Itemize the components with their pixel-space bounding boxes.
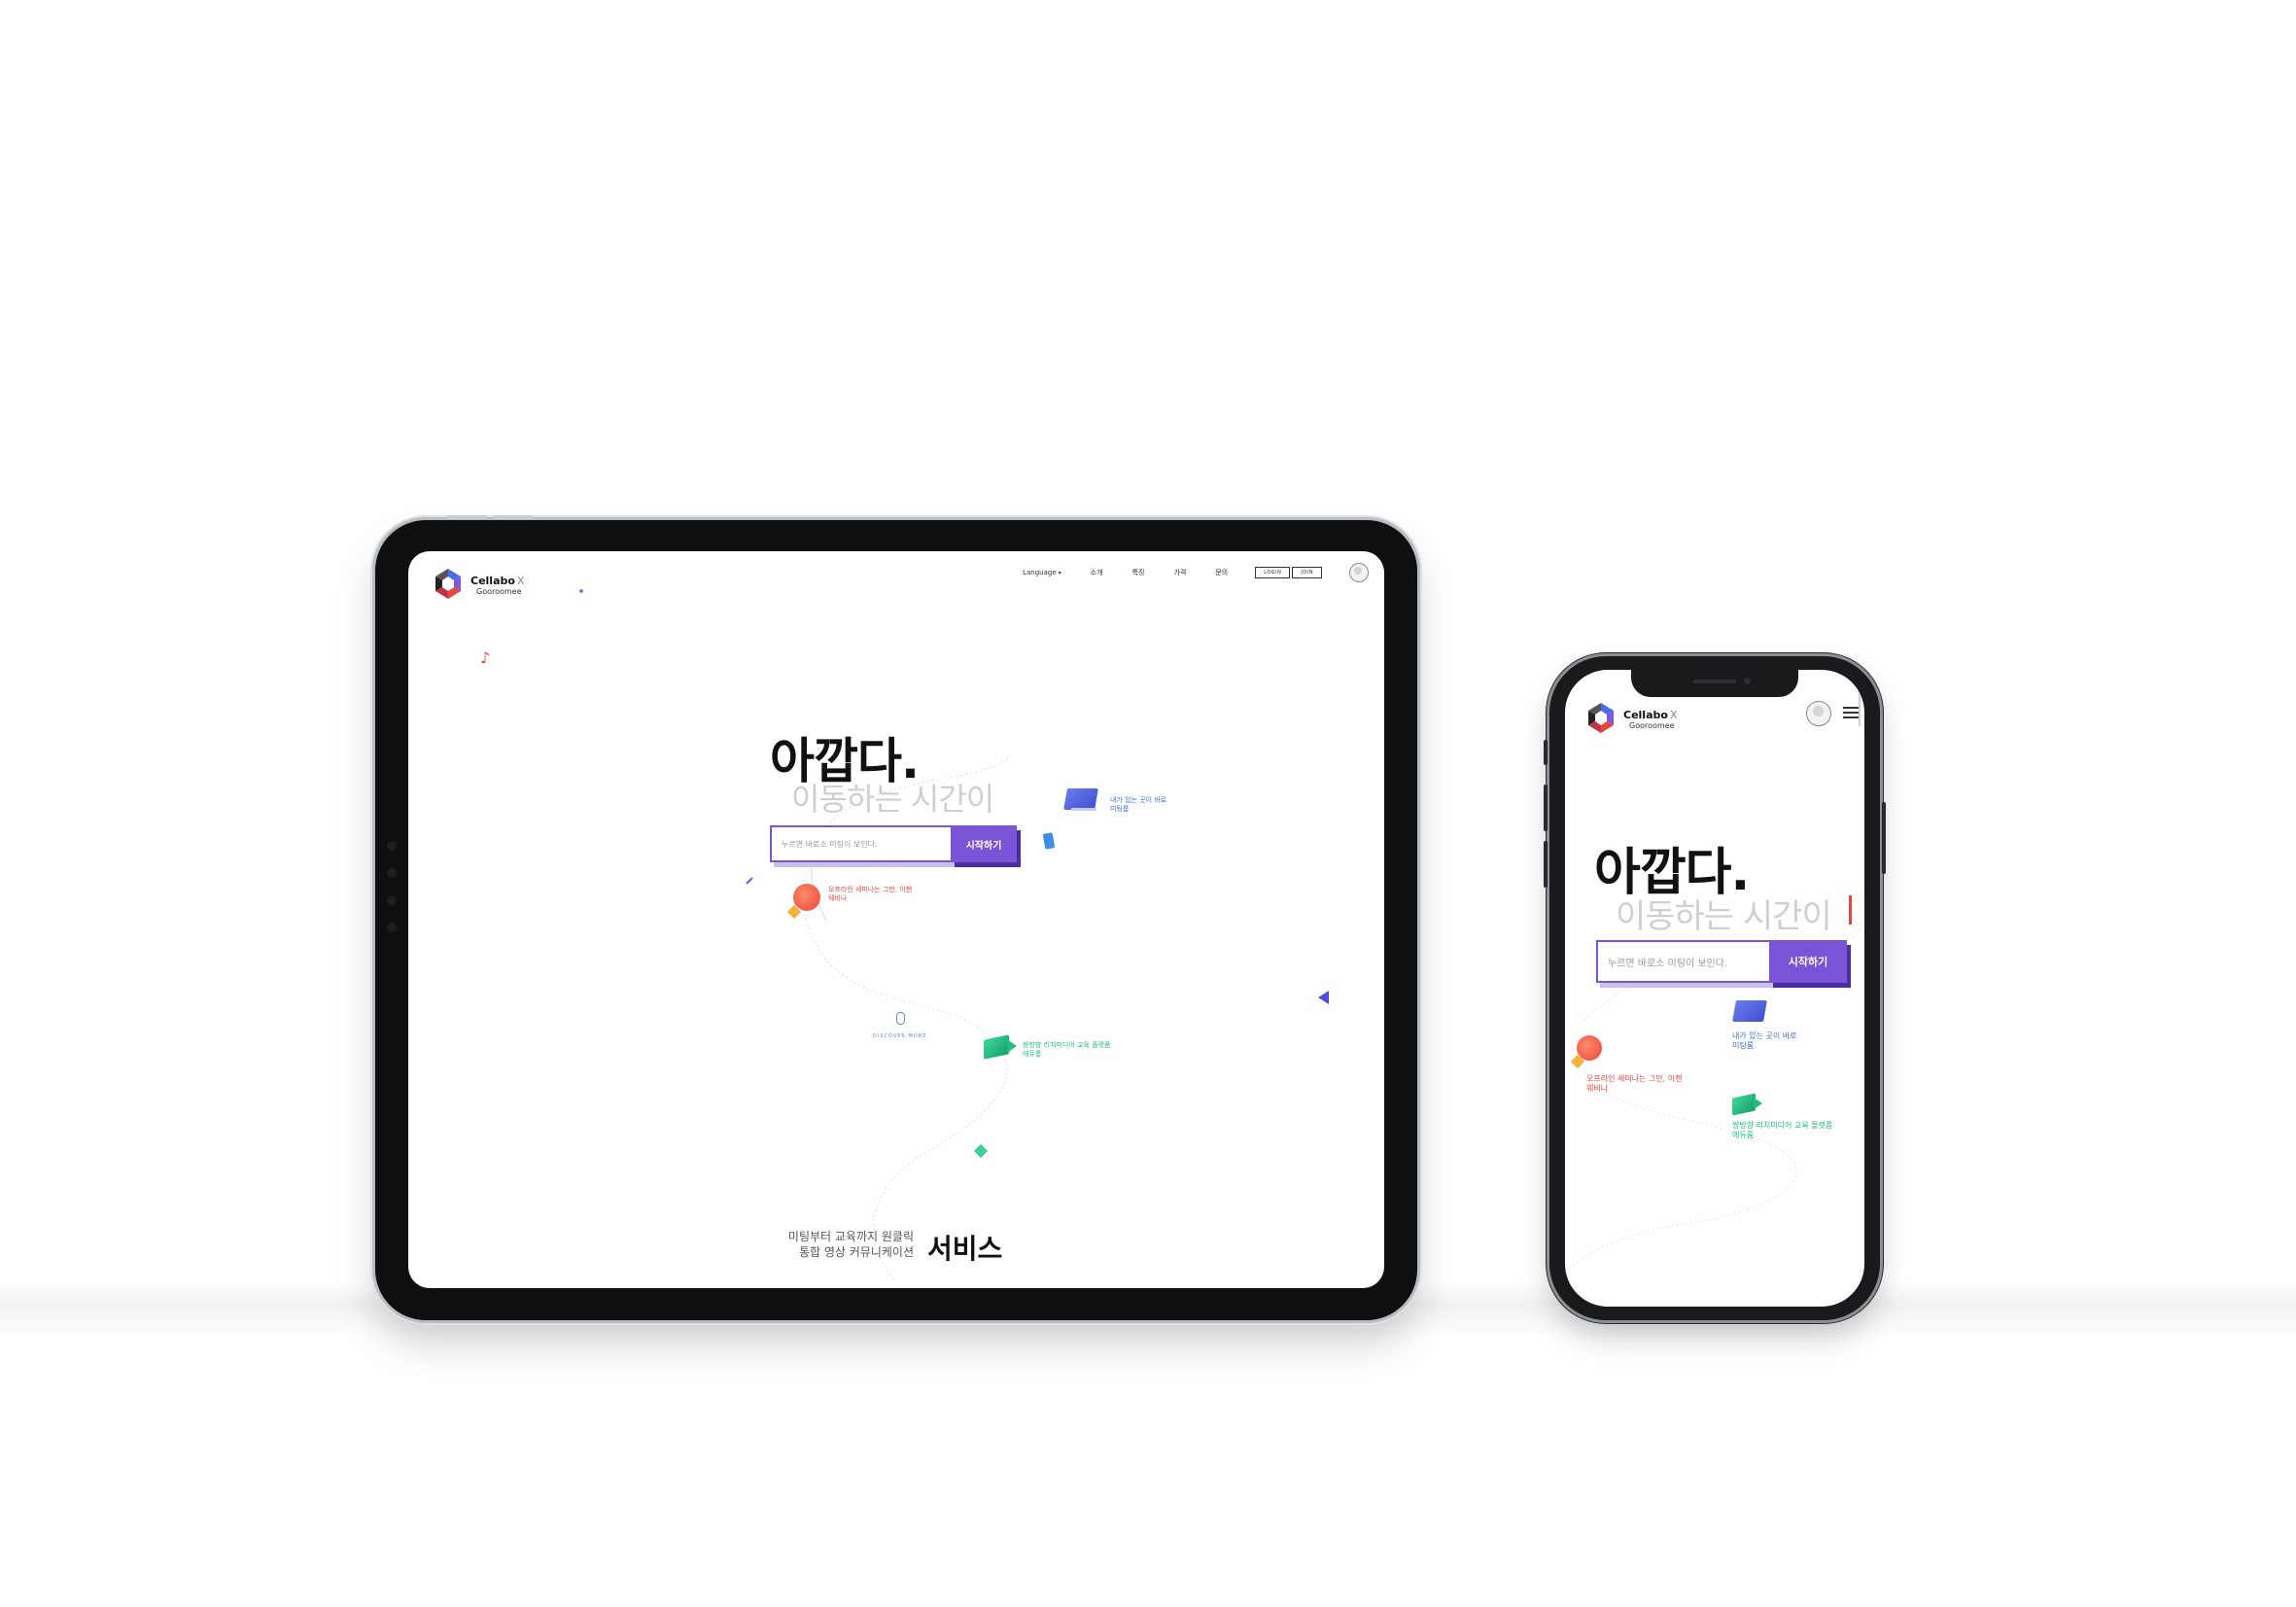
- tablet-top-button: [447, 515, 486, 519]
- scroll-indicator: [1859, 687, 1861, 726]
- phone-search-input[interactable]: 누르면 바로소 미팅이 보인다.: [1596, 940, 1771, 983]
- join-button[interactable]: JOIN: [1292, 567, 1322, 578]
- nav-item-contact[interactable]: 문의: [1215, 568, 1228, 577]
- video-camera-lens: [1007, 1039, 1017, 1053]
- logo-brand-text: Cellabo: [1623, 708, 1668, 721]
- feature-meeting-room-label: 내가 있는 곳이 바로 미팅룸: [1110, 796, 1167, 813]
- tablet-top-button: [494, 515, 533, 519]
- logo-x-mark: X: [1669, 708, 1678, 721]
- top-nav: Language ▾ 소개 특징 가격 문의 LOGIN JOIN: [993, 563, 1369, 582]
- hamburger-menu-icon[interactable]: [1843, 707, 1859, 721]
- tablet-device: ♪ Cellabo X Gooroomee Language ▾ 소개 특징 가…: [375, 515, 1417, 1320]
- mouse-icon: [896, 1012, 905, 1025]
- phone-logo[interactable]: Cellabo X Gooroomee: [1584, 701, 1677, 738]
- chevron-down-icon: ▾: [1058, 570, 1061, 576]
- logo-brand-text: Cellabo: [470, 574, 515, 587]
- phone-notch: [1631, 670, 1798, 697]
- phone-device: Cellabo X Gooroomee 아깝다. 이동하는 시간이 누르면 바로소…: [1544, 656, 1886, 1320]
- service-line-2: 통합 영상 커뮤니케이션: [798, 1245, 914, 1259]
- discover-more-hint: DISCOVER MORE: [873, 1033, 927, 1039]
- login-button[interactable]: LOGIN: [1255, 567, 1291, 578]
- phone-feature-meeting-room-label: 내가 있는 곳이 바로 미팅룸: [1732, 1031, 1797, 1050]
- phone-flow-path-decoration: [1565, 922, 1864, 1274]
- phone-power-button: [1882, 802, 1886, 874]
- search-input[interactable]: 누르면 바로소 미팅이 보인다.: [770, 825, 953, 862]
- logo-x-mark: X: [516, 574, 525, 587]
- video-camera-lens: [1754, 1098, 1762, 1109]
- hero-subline: 이동하는 시간이: [791, 781, 994, 818]
- triangle-icon: [1318, 991, 1329, 1004]
- nav-item-pricing[interactable]: 가격: [1173, 568, 1186, 577]
- feature-webinar-label: 오프라인 세미나는 그만, 이젠 웨비나: [828, 886, 913, 902]
- phone-mute-switch: [1544, 740, 1548, 765]
- language-dropdown[interactable]: Language ▾: [1023, 569, 1061, 576]
- laptop-icon: [1732, 1000, 1767, 1022]
- phone-start-button[interactable]: 시작하기: [1769, 940, 1847, 983]
- auth-buttons: LOGIN JOIN: [1255, 567, 1324, 578]
- start-button[interactable]: 시작하기: [951, 825, 1017, 862]
- logo-sub-text: Gooroomee: [476, 586, 522, 596]
- language-label: Language: [1023, 569, 1057, 576]
- user-avatar-icon[interactable]: [1349, 563, 1369, 582]
- phone-search-placeholder: 누르면 바로소 미팅이 보인다.: [1608, 958, 1728, 969]
- rocket-icon: [793, 884, 820, 911]
- flow-path-decoration: [579, 589, 1012, 1281]
- feature-edu-room-label: 쌍방향 리치미디어 교육 플랫폼 에듀룸: [1023, 1041, 1111, 1058]
- search-placeholder: 누르면 바로소 미팅이 보인다.: [782, 839, 878, 849]
- phone-feature-edu-room-label: 쌍방향 리치미디어 교육 플랫폼 에듀룸: [1732, 1121, 1833, 1139]
- laptop-icon: [1063, 788, 1098, 810]
- music-note-icon: ♪: [480, 648, 491, 667]
- service-title: 서비스: [927, 1233, 1003, 1265]
- tablet-camera-array: [387, 841, 397, 950]
- nav-item-features[interactable]: 특징: [1132, 568, 1145, 577]
- phone-feature-webinar-label: 오프라인 세미나는 그만, 이젠 웨비나: [1586, 1074, 1683, 1093]
- logo-hexagon-icon: [435, 569, 461, 599]
- phone-volume-down: [1544, 841, 1548, 888]
- phone-volume-up: [1544, 785, 1548, 831]
- logo-sub-text: Gooroomee: [1629, 720, 1675, 730]
- nav-item-intro[interactable]: 소개: [1091, 568, 1103, 577]
- logo[interactable]: Cellabo X Gooroomee: [432, 567, 524, 604]
- logo-hexagon-icon: [1588, 703, 1614, 733]
- service-description: 미팅부터 교육까지 원클릭 통합 영상 커뮤니케이션: [758, 1229, 914, 1260]
- text-cursor: [1849, 895, 1852, 925]
- tablet-screen: ♪ Cellabo X Gooroomee Language ▾ 소개 특징 가…: [408, 551, 1384, 1288]
- phone-hero-subline: 이동하는 시간이: [1616, 897, 1832, 936]
- user-avatar-icon[interactable]: [1806, 701, 1831, 726]
- service-line-1: 미팅부터 교육까지 원클릭: [787, 1230, 914, 1243]
- phone-screen: Cellabo X Gooroomee 아깝다. 이동하는 시간이 누르면 바로소…: [1565, 670, 1864, 1307]
- laptop-base: [1071, 808, 1096, 811]
